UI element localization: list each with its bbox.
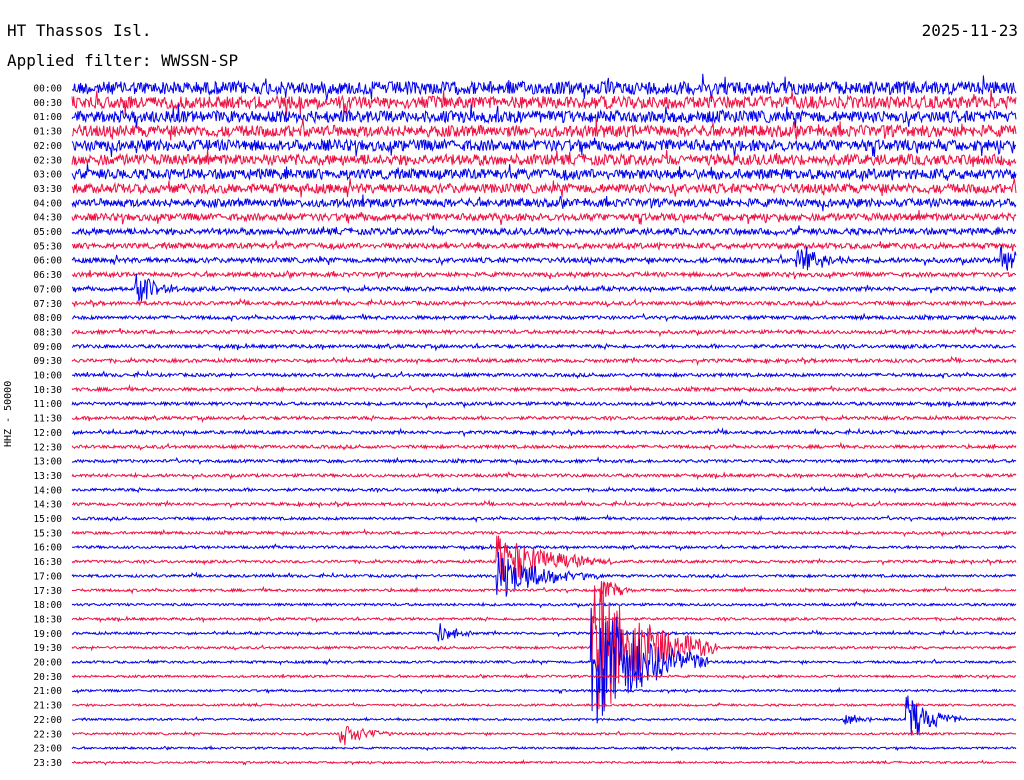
row-time-label: 23:30 (33, 758, 62, 769)
row-time-label: 07:00 (33, 284, 62, 295)
trace-row (71, 470, 1017, 481)
trace-row (71, 701, 1017, 708)
row-time-label: 01:30 (33, 127, 62, 138)
trace-row (71, 615, 1017, 624)
trace-row (71, 240, 1017, 252)
trace-row (71, 758, 1017, 766)
row-time-label: 16:00 (33, 543, 62, 554)
row-time-label: 20:30 (33, 672, 62, 683)
trace-row (71, 194, 1017, 212)
trace-row (71, 672, 1017, 680)
row-time-label: 10:30 (33, 385, 62, 396)
trace-row (71, 485, 1017, 495)
row-time-label: 18:30 (33, 614, 62, 625)
row-time-label: 09:00 (33, 342, 62, 353)
row-time-label: 06:30 (33, 270, 62, 281)
trace-row (71, 384, 1017, 394)
row-time-label: 13:00 (33, 457, 62, 468)
row-time-label: 07:30 (33, 299, 62, 310)
row-time-label: 21:30 (33, 701, 62, 712)
trace-row (71, 580, 1017, 603)
trace-row (71, 312, 1017, 323)
row-time-label: 11:30 (33, 414, 62, 425)
row-time-label: 04:00 (33, 198, 62, 209)
row-time-label: 19:00 (33, 629, 62, 640)
row-time-label: 23:00 (33, 744, 62, 755)
row-time-label: 11:00 (33, 399, 62, 410)
trace-row (71, 269, 1017, 280)
row-time-label: 08:30 (33, 327, 62, 338)
trace-row (71, 297, 1017, 308)
trace-row (71, 164, 1017, 182)
helicorder-plot: 00:00 00:30 01:00 01:30 02:00 02:30 03:00 03:30… (33, 73, 1017, 769)
row-time-label: 15:30 (33, 528, 62, 539)
trace-row (71, 725, 1017, 746)
row-time-label: 14:30 (33, 500, 62, 511)
trace-row (71, 499, 1017, 509)
row-time-label: 02:00 (33, 141, 62, 152)
trace-row (71, 427, 1017, 438)
trace-row (71, 225, 1017, 237)
row-time-label: 15:00 (33, 514, 62, 525)
trace-row (71, 441, 1017, 451)
row-time-label: 20:00 (33, 658, 62, 669)
row-time-label: 10:00 (33, 371, 62, 382)
row-time-label: 09:30 (33, 356, 62, 367)
trace-row (71, 355, 1017, 367)
row-time-label: 12:00 (33, 428, 62, 439)
row-time-label: 01:00 (33, 112, 62, 123)
trace-row (71, 369, 1017, 380)
row-time-label: 17:00 (33, 571, 62, 582)
row-time-label: 22:00 (33, 715, 62, 726)
row-time-label: 03:30 (33, 184, 62, 195)
trace-row (71, 398, 1017, 409)
trace-row (71, 528, 1017, 538)
trace-row (71, 623, 1017, 642)
trace-row (71, 695, 1017, 736)
trace-row (71, 209, 1017, 225)
trace-row (71, 244, 1017, 271)
trace-row (71, 118, 1017, 141)
row-time-label: 16:30 (33, 557, 62, 568)
row-time-label: 21:00 (33, 686, 62, 697)
row-time-label: 02:30 (33, 155, 62, 166)
trace-row (71, 342, 1017, 352)
trace-row (71, 137, 1017, 158)
row-time-label: 19:30 (33, 643, 62, 654)
row-time-label: 00:30 (33, 98, 62, 109)
trace-row (71, 744, 1017, 752)
trace-row (71, 414, 1017, 423)
row-time-label: 14:00 (33, 485, 62, 496)
trace-row (71, 178, 1017, 198)
trace-row (71, 552, 1016, 597)
row-time-label: 18:00 (33, 600, 62, 611)
trace-row (71, 686, 1017, 695)
row-time-label: 05:00 (33, 227, 62, 238)
trace-row (71, 456, 1017, 466)
trace-row (71, 543, 1016, 552)
trace-row (71, 104, 1017, 129)
row-time-label: 03:00 (33, 170, 62, 181)
row-time-label: 12:30 (33, 442, 62, 453)
trace-row (71, 600, 1017, 609)
row-time-label: 05:30 (33, 241, 62, 252)
row-time-label: 04:30 (33, 213, 62, 224)
row-time-label: 00:00 (33, 84, 62, 95)
trace-row (71, 326, 1017, 338)
row-time-label: 06:00 (33, 256, 62, 267)
row-time-label: 22:30 (33, 729, 62, 740)
trace-row (71, 514, 1017, 524)
row-time-label: 17:30 (33, 586, 62, 597)
row-time-label: 08:00 (33, 313, 62, 324)
row-time-label: 13:30 (33, 471, 62, 482)
